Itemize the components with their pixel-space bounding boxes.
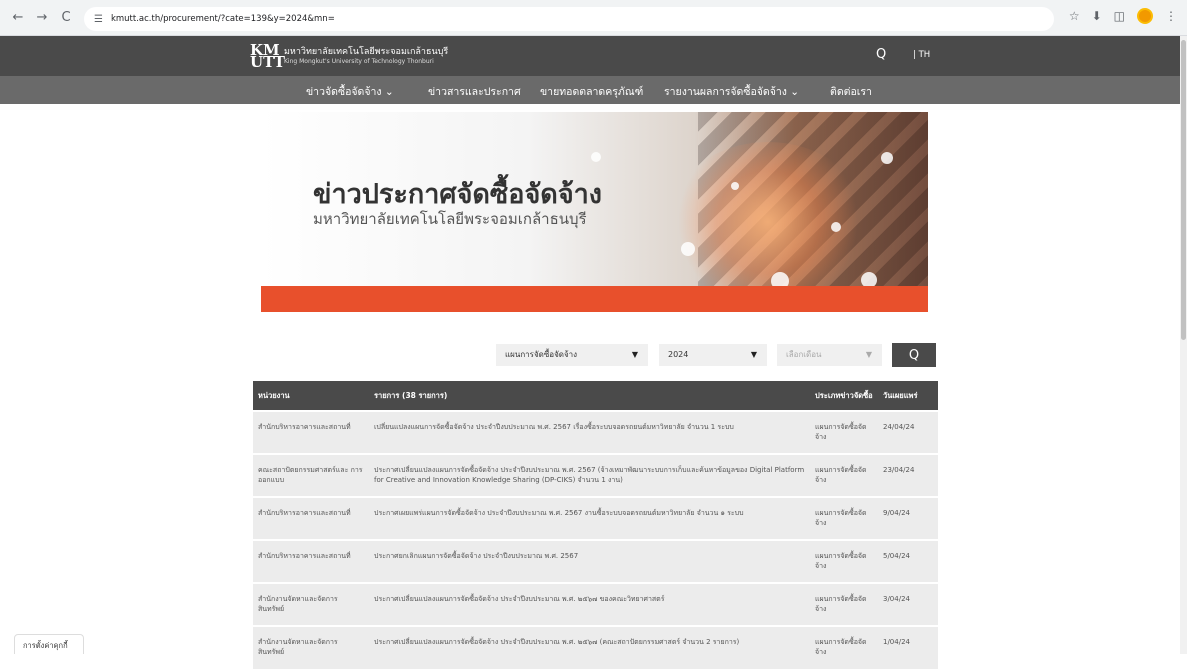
table-row[interactable]: สำนักงานจัดหาและจัดการ สินทรัพย์ ประกาศเ… bbox=[253, 625, 938, 669]
cell-item-link[interactable]: ประกาศเผยแพร่แผนการจัดซื้อจัดจ้าง ประจำป… bbox=[369, 496, 810, 540]
chevron-down-icon: ▼ bbox=[631, 350, 638, 359]
cell-department: คณะสถาปัตยกรรมศาสตร์และ การออกแบบ bbox=[253, 453, 369, 497]
browser-menu-icon[interactable]: ⋮ bbox=[1165, 9, 1177, 23]
cell-type: แผนการจัดซื้อจัด จ้าง bbox=[810, 625, 878, 669]
cell-date: 3/04/24 bbox=[878, 582, 938, 626]
reload-icon[interactable]: C bbox=[56, 8, 76, 28]
search-icon: Q bbox=[908, 347, 920, 363]
column-header-item: รายการ (38 รายการ) bbox=[369, 381, 810, 411]
category-select[interactable]: แผนการจัดซื้อจัดจ้าง ▼ bbox=[496, 344, 648, 366]
download-icon[interactable]: ⬇ bbox=[1092, 9, 1102, 23]
table-row[interactable]: สำนักบริหารอาคารและสถานที่ เปลี่ยนแปลงแผ… bbox=[253, 410, 938, 454]
cell-type: แผนการจัดซื้อจัด จ้าง bbox=[810, 539, 878, 583]
year-select-value: 2024 bbox=[668, 350, 689, 359]
cell-type: แผนการจัดซื้อจัด จ้าง bbox=[810, 496, 878, 540]
site-header: KM UTT มหาวิทยาลัยเทคโนโลยีพระจอมเกล้าธน… bbox=[0, 36, 1180, 76]
table-row[interactable]: สำนักบริหารอาคารและสถานที่ ประกาศเผยแพร่… bbox=[253, 496, 938, 540]
extensions-icon[interactable]: ◫ bbox=[1114, 9, 1125, 23]
table-header-row: หน่วยงาน รายการ (38 รายการ) ประเภทข่าวจั… bbox=[253, 381, 938, 411]
browser-toolbar: ← → C ☰ kmutt.ac.th/procurement/?cate=13… bbox=[0, 0, 1187, 36]
bookmark-star-icon[interactable]: ☆ bbox=[1069, 9, 1080, 23]
banner-accent-stripe bbox=[261, 286, 928, 312]
nav-asset-auction[interactable]: ขายทอดตลาดครุภัณฑ์ bbox=[540, 83, 643, 100]
cell-date: 1/04/24 bbox=[878, 625, 938, 669]
address-bar[interactable]: ☰ kmutt.ac.th/procurement/?cate=139&y=20… bbox=[84, 7, 1054, 31]
cell-department: สำนักบริหารอาคารและสถานที่ bbox=[253, 539, 369, 583]
cookie-settings-button[interactable]: การตั้งค่าคุกกี้ bbox=[14, 634, 84, 654]
cell-item-link[interactable]: ประกาศเปลี่ยนแปลงแผนการจัดซื้อจัดจ้าง ปร… bbox=[369, 453, 810, 497]
table-row[interactable]: สำนักบริหารอาคารและสถานที่ ประกาศยกเลิกแ… bbox=[253, 539, 938, 583]
header-search-icon[interactable]: Q bbox=[876, 47, 886, 62]
page-scrollbar-thumb[interactable] bbox=[1181, 40, 1186, 340]
nav-procurement-report[interactable]: รายงานผลการจัดซื้อจัดจ้าง ⌄ bbox=[664, 83, 799, 100]
cell-date: 5/04/24 bbox=[878, 539, 938, 583]
forward-icon[interactable]: → bbox=[32, 8, 52, 28]
university-logo[interactable]: KM UTT มหาวิทยาลัยเทคโนโลยีพระจอมเกล้าธน… bbox=[250, 41, 449, 71]
column-header-date: วันเผยแพร่ bbox=[878, 381, 938, 411]
cell-date: 23/04/24 bbox=[878, 453, 938, 497]
cell-type: แผนการจัดซื้อจัด จ้าง bbox=[810, 410, 878, 454]
table-row[interactable]: สำนักงานจัดหาและจัดการ สินทรัพย์ ประกาศเ… bbox=[253, 582, 938, 626]
cell-date: 9/04/24 bbox=[878, 496, 938, 540]
cell-item-link[interactable]: เปลี่ยนแปลงแผนการจัดซื้อจัดจ้าง ประจำปีง… bbox=[369, 410, 810, 454]
column-header-department: หน่วยงาน bbox=[253, 381, 369, 411]
cell-department: สำนักบริหารอาคารและสถานที่ bbox=[253, 410, 369, 454]
site-info-icon[interactable]: ☰ bbox=[94, 14, 103, 25]
nav-news-announcements[interactable]: ข่าวสารและประกาศ bbox=[428, 83, 521, 100]
cell-department: สำนักงานจัดหาและจัดการ สินทรัพย์ bbox=[253, 582, 369, 626]
url-text[interactable]: kmutt.ac.th/procurement/?cate=139&y=2024… bbox=[111, 14, 335, 24]
column-header-type: ประเภทข่าวจัดซื้อ bbox=[810, 381, 878, 411]
month-select[interactable]: เลือกเดือน ▼ bbox=[777, 344, 882, 366]
nav-contact[interactable]: ติดต่อเรา bbox=[830, 83, 872, 100]
table-row[interactable]: คณะสถาปัตยกรรมศาสตร์และ การออกแบบ ประกาศ… bbox=[253, 453, 938, 497]
chevron-down-icon: ▼ bbox=[750, 350, 757, 359]
cell-department: สำนักบริหารอาคารและสถานที่ bbox=[253, 496, 369, 540]
chevron-down-icon: ▼ bbox=[865, 350, 872, 359]
cell-item-link[interactable]: ประกาศยกเลิกแผนการจัดซื้อจัดจ้าง ประจำปี… bbox=[369, 539, 810, 583]
month-select-placeholder: เลือกเดือน bbox=[786, 350, 822, 359]
main-navigation: ข่าวจัดซื้อจัดจ้าง ⌄ ข่าวสารและประกาศ ขา… bbox=[0, 76, 1180, 104]
cell-department: สำนักงานจัดหาและจัดการ สินทรัพย์ bbox=[253, 625, 369, 669]
nav-procurement-news[interactable]: ข่าวจัดซื้อจัดจ้าง ⌄ bbox=[306, 83, 394, 100]
cell-type: แผนการจัดซื้อจัด จ้าง bbox=[810, 582, 878, 626]
back-icon[interactable]: ← bbox=[8, 8, 28, 28]
cell-item-link[interactable]: ประกาศเปลี่ยนแปลงแผนการจัดซื้อจัดจ้าง ปร… bbox=[369, 625, 810, 669]
logo-mark: KM UTT bbox=[250, 41, 285, 71]
cell-item-link[interactable]: ประกาศเปลี่ยนแปลงแผนการจัดซื้อจัดจ้าง ปร… bbox=[369, 582, 810, 626]
year-select[interactable]: 2024 ▼ bbox=[659, 344, 767, 366]
profile-avatar[interactable] bbox=[1137, 8, 1153, 24]
procurement-table: หน่วยงาน รายการ (38 รายการ) ประเภทข่าวจั… bbox=[253, 381, 938, 669]
logo-english-name: King Mongkut's University of Technology … bbox=[284, 57, 434, 65]
logo-thai-name: มหาวิทยาลัยเทคโนโลยีพระจอมเกล้าธนบุรี bbox=[284, 46, 449, 57]
filter-search-button[interactable]: Q bbox=[892, 343, 936, 367]
hero-banner: ข่าวประกาศจัดซื้อจัดจ้าง มหาวิทยาลัยเทคโ… bbox=[261, 112, 928, 312]
cell-type: แผนการจัดซื้อจัด จ้าง bbox=[810, 453, 878, 497]
banner-subtitle: มหาวิทยาลัยเทคโนโลยีพระจอมเกล้าธนบุรี bbox=[313, 210, 587, 228]
cell-date: 24/04/24 bbox=[878, 410, 938, 454]
language-switch[interactable]: | TH bbox=[913, 50, 930, 60]
category-select-value: แผนการจัดซื้อจัดจ้าง bbox=[505, 350, 578, 359]
